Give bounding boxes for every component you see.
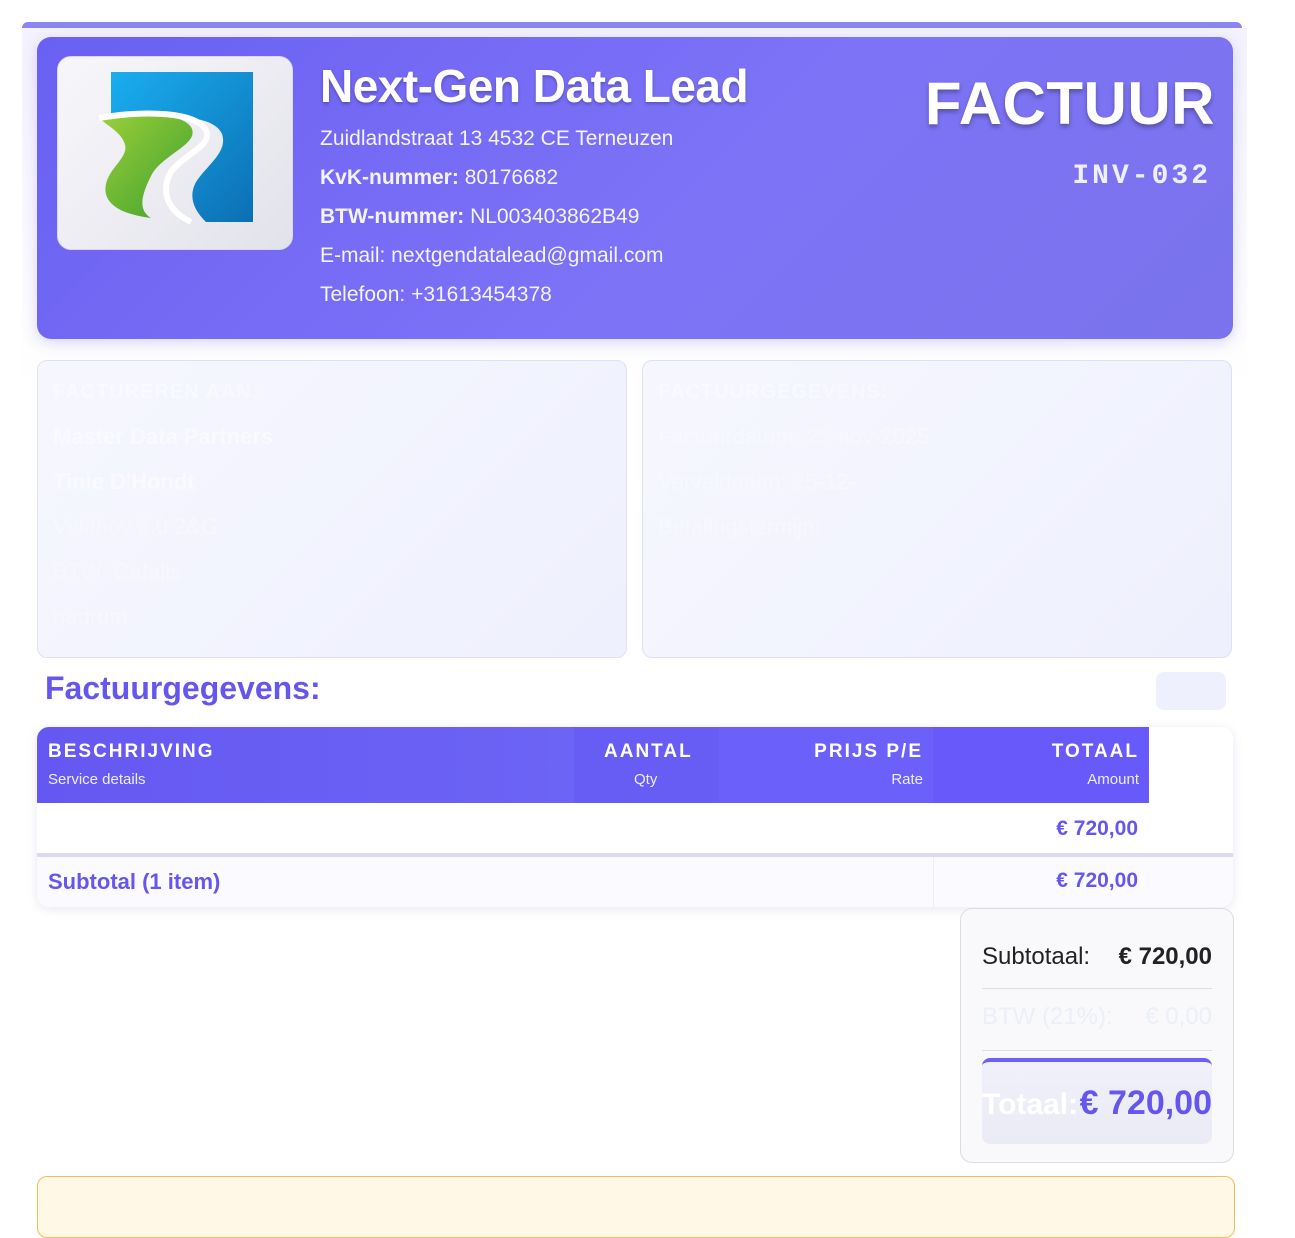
bill-to-contact: Tinie D'Hondt bbox=[53, 469, 195, 494]
col-qty-label: AANTAL bbox=[604, 741, 693, 762]
subtotal-row-label: Subtotal (1 item) bbox=[48, 869, 221, 894]
col-rate: PRIJS P/E Rate bbox=[719, 727, 933, 803]
grand-total-value: € 720,00 bbox=[1079, 1084, 1212, 1122]
btw-line: BTW-nummer: NL003403862B49 bbox=[320, 205, 639, 229]
invoice-page: Next-Gen Data Lead Zuidlandstraat 13 453… bbox=[22, 22, 1247, 1238]
invoice-header: Next-Gen Data Lead Zuidlandstraat 13 453… bbox=[37, 37, 1233, 339]
invoice-details-title: FACTUURGEGEVENS: bbox=[658, 381, 889, 403]
ghost-button[interactable] bbox=[1156, 672, 1226, 710]
btw-label: BTW-nummer: bbox=[320, 205, 465, 228]
bill-to-company: Master Data Partners bbox=[53, 424, 274, 449]
col-description-sub: Service details bbox=[48, 771, 146, 788]
col-description-label: BESCHRIJVING bbox=[48, 741, 215, 762]
company-email: E-mail: nextgendatalead@gmail.com bbox=[320, 244, 664, 267]
grand-total-box: Totaal: € 720,00 bbox=[982, 1058, 1212, 1144]
col-rate-label: PRIJS P/E bbox=[814, 741, 923, 762]
col-amount-label: TOTAAL bbox=[1051, 741, 1139, 762]
company-address: Zuidlandstraat 13 4532 CE Terneuzen bbox=[320, 127, 674, 150]
logo-icon bbox=[98, 72, 253, 225]
due-date: Vervaldatum: 25-12- bbox=[658, 469, 857, 494]
table-header: BESCHRIJVING Service details AANTAL Qty … bbox=[37, 727, 1149, 803]
document-title: FACTUUR bbox=[924, 70, 1215, 137]
invoice-date: Factuurdatum: 25-nov-2025 bbox=[658, 424, 930, 449]
subtotal-row: Subtotal (1 item) € 720,00 bbox=[37, 857, 1233, 907]
col-qty-sub: Qty bbox=[634, 771, 658, 788]
table-row: € 720,00 bbox=[37, 803, 1233, 855]
bill-to-title: FACTUREREN AAN: bbox=[53, 381, 260, 403]
payment-terms: Betalingstermijn: bbox=[658, 514, 821, 539]
vat-value: € 0,00 bbox=[1145, 1003, 1212, 1030]
totals-box: Subtotaal: € 720,00 BTW (21%): € 0,00 To… bbox=[960, 908, 1234, 1163]
col-amount: TOTAAL Amount bbox=[933, 727, 1149, 803]
col-description: BESCHRIJVING Service details bbox=[37, 727, 574, 803]
totals-divider bbox=[982, 1050, 1212, 1051]
col-rate-sub: Rate bbox=[891, 771, 923, 788]
totals-divider bbox=[982, 988, 1212, 989]
column-divider bbox=[933, 857, 934, 907]
bill-to-line3: Veldhov 2.0 2&G bbox=[53, 514, 219, 539]
company-logo bbox=[57, 56, 293, 250]
kvk-value: 80176682 bbox=[464, 166, 559, 189]
bill-to-card: FACTUREREN AAN: Master Data Partners Tin… bbox=[37, 360, 627, 658]
company-name: Next-Gen Data Lead bbox=[320, 60, 749, 112]
subtotal-label: Subtotaal: bbox=[982, 943, 1091, 970]
grand-total-label: Totaal: bbox=[982, 1088, 1079, 1121]
bill-to-line5: nadrum bbox=[53, 604, 128, 629]
subtotal-row-amount: € 720,00 bbox=[1056, 869, 1138, 892]
btw-value: NL003403862B49 bbox=[470, 205, 640, 228]
section-title: Factuurgegevens: bbox=[45, 670, 321, 706]
col-amount-sub: Amount bbox=[1087, 771, 1139, 788]
kvk-label: KvK-nummer: bbox=[320, 166, 459, 189]
invoice-details-card: FACTUURGEGEVENS: Factuurdatum: 25-nov-20… bbox=[642, 360, 1232, 658]
col-qty: AANTAL Qty bbox=[574, 727, 719, 803]
subtotal-value: € 720,00 bbox=[1118, 943, 1212, 970]
kvk-line: KvK-nummer: 80176682 bbox=[320, 166, 558, 190]
items-table: BESCHRIJVING Service details AANTAL Qty … bbox=[37, 727, 1233, 907]
bill-to-line4: BTW: Catalis bbox=[53, 559, 181, 584]
vat-label: BTW (21%): bbox=[982, 1003, 1113, 1030]
payment-note-box bbox=[37, 1176, 1235, 1238]
company-phone: Telefoon: +31613454378 bbox=[320, 283, 552, 306]
invoice-number: INV-032 bbox=[1072, 161, 1211, 192]
row-amount: € 720,00 bbox=[1056, 817, 1138, 840]
